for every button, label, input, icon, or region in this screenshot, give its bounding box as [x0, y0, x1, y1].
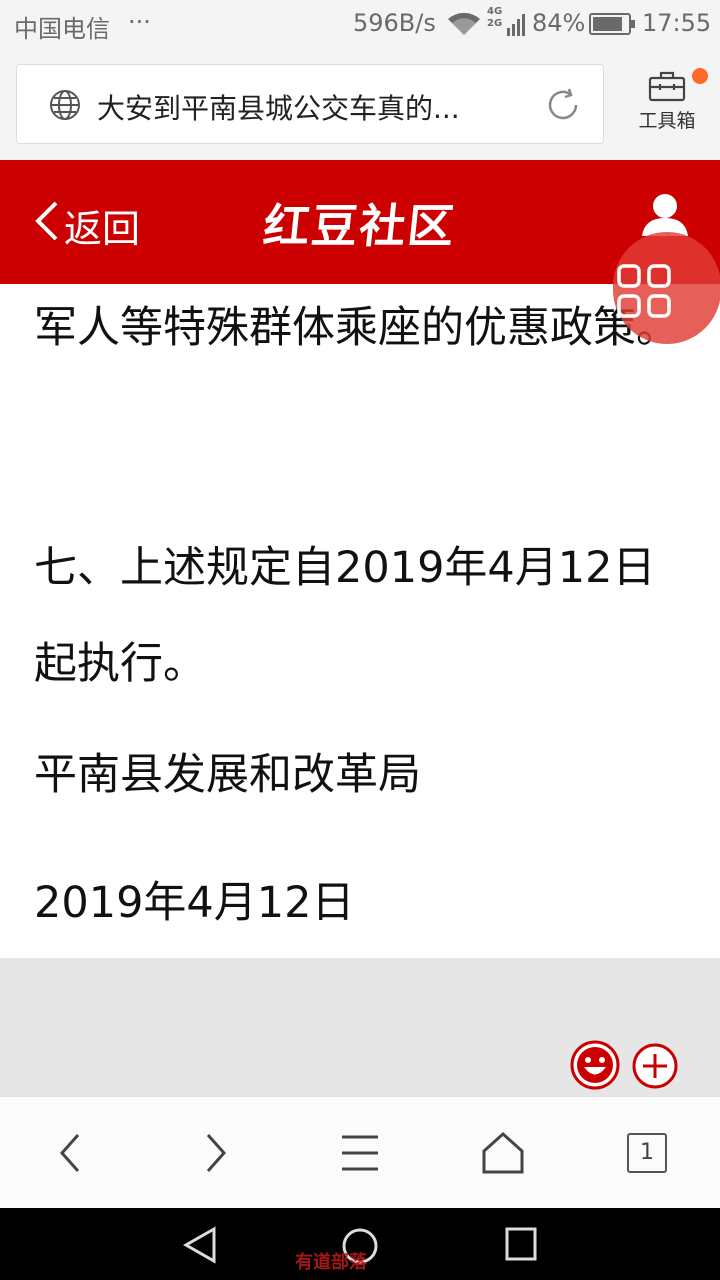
- screen: 中国电信 ··· 596B/s 4G 2G 84% 17:55 大安到平南县城公…: [0, 0, 720, 1280]
- status-more-dots: ···: [128, 8, 151, 36]
- watermark-text: 有道部落: [295, 1252, 367, 1273]
- network-2g-label: 2G: [487, 18, 503, 29]
- page-title[interactable]: 大安到平南县城公交车真的...: [97, 87, 517, 127]
- browser-toolbar: 大安到平南县城公交车真的... 工具箱: [0, 50, 720, 160]
- clock: 17:55: [642, 9, 712, 37]
- system-back-icon[interactable]: [182, 1226, 218, 1268]
- browser-forward-icon[interactable]: [198, 1131, 232, 1179]
- system-nav-bar: 有道部落: [0, 1208, 720, 1280]
- battery-percent: 84%: [532, 9, 586, 37]
- notification-dot: [692, 68, 708, 84]
- browser-back-icon[interactable]: [54, 1131, 88, 1179]
- article-paragraph: 七、上述规定自2019年4月12日起执行。: [34, 543, 656, 689]
- chevron-left-icon: [32, 199, 60, 252]
- carrier-name: 中国电信: [14, 15, 110, 43]
- battery-icon: [589, 13, 635, 35]
- network-type: 4G 2G: [487, 6, 502, 30]
- reload-icon[interactable]: [543, 85, 583, 129]
- network-speed: 596B/s: [353, 9, 436, 37]
- browser-bottom-nav: 1: [0, 1096, 720, 1208]
- signal-icon: [506, 12, 528, 44]
- status-bar: 中国电信 ··· 596B/s 4G 2G 84% 17:55: [0, 0, 720, 50]
- site-header: 返回 红豆社区: [0, 160, 720, 284]
- article-body: 军人等特殊群体乘座的优惠政策。 七、上述规定自2019年4月12日起执行。 平南…: [0, 284, 720, 958]
- article-paragraph: 军人等特殊群体乘座的优惠政策。: [34, 303, 679, 353]
- site-logo: 红豆社区: [260, 199, 459, 253]
- toolbox-button[interactable]: 工具箱: [630, 68, 708, 133]
- float-menu-button[interactable]: [613, 232, 720, 344]
- back-label: 返回: [64, 207, 141, 251]
- article-date: 2019年4月12日: [34, 878, 355, 928]
- comment-area: [0, 958, 720, 1096]
- toolbox-icon: [648, 71, 686, 106]
- smile-icon[interactable]: [570, 1040, 620, 1094]
- toolbox-label: 工具箱: [638, 110, 696, 132]
- article-signature: 平南县发展和改革局: [34, 750, 421, 800]
- tabs-button[interactable]: 1: [627, 1133, 667, 1173]
- home-icon[interactable]: [480, 1131, 526, 1179]
- network-4g-label: 4G: [487, 6, 503, 17]
- address-bar[interactable]: 大安到平南县城公交车真的...: [16, 64, 604, 144]
- plus-icon[interactable]: [631, 1042, 679, 1094]
- battery-fill: [593, 17, 622, 31]
- system-recent-icon[interactable]: [504, 1226, 538, 1266]
- globe-icon: [49, 89, 81, 125]
- menu-icon[interactable]: [338, 1131, 382, 1179]
- back-button[interactable]: 返回: [32, 198, 140, 253]
- wifi-icon: [446, 11, 482, 43]
